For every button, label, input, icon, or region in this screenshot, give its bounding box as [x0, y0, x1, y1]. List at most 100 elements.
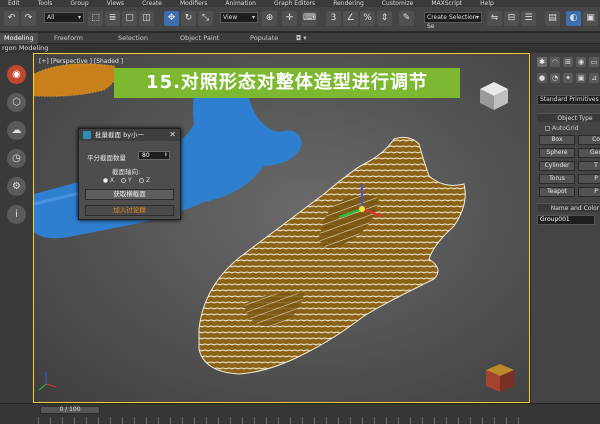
pivot-icon[interactable]: ⊕	[262, 11, 277, 26]
viewcube-icon[interactable]	[474, 76, 514, 116]
layer-icon[interactable]: ☰	[521, 11, 536, 26]
ribbon-subpanel-label[interactable]: rgon Modeling	[2, 44, 48, 53]
cloud-icon[interactable]: ☁	[7, 121, 26, 140]
menu-item-edit[interactable]: Edit	[8, 0, 20, 7]
box-button[interactable]: Box	[539, 135, 575, 145]
primitive-category-select[interactable]: Standard Primitives	[537, 95, 600, 105]
window-crossing-icon[interactable]: ◫	[139, 11, 154, 26]
section-count-label: 平分截面数量	[87, 154, 126, 162]
dialog-titlebar[interactable]: 批量截面 by小一 ✕	[79, 129, 180, 141]
ribbon-options-icon[interactable]: ◘ ▾	[296, 33, 306, 44]
watermark-logo	[486, 364, 514, 392]
tutorial-step-banner: 15.对照形态对整体造型进行调节	[114, 68, 460, 98]
mirror-icon[interactable]: ⇋	[487, 11, 502, 26]
close-icon[interactable]: ✕	[169, 129, 176, 141]
menu-item-customize[interactable]: Customize	[382, 0, 414, 7]
get-cross-section-button[interactable]: 获取横截面	[85, 189, 174, 200]
batch-section-dialog: 批量截面 by小一 ✕ 平分截面数量 80 ⬍ 截面轴向: X Y Z 获取横截面…	[78, 128, 181, 220]
geosphere-button[interactable]: Geo	[578, 148, 600, 158]
percent-snap-icon[interactable]: %	[360, 11, 375, 26]
menu-item-rendering[interactable]: Rendering	[333, 0, 364, 7]
info-icon[interactable]: i	[7, 205, 26, 224]
geometry-icon[interactable]: ●	[537, 73, 547, 83]
cube-icon[interactable]: ⬡	[7, 93, 26, 112]
edit-named-selection-icon[interactable]: ✎	[399, 11, 414, 26]
shapes-icon[interactable]: ◔	[550, 73, 560, 83]
section-count-spinner[interactable]: 80 ⬍	[138, 151, 170, 160]
torus-button[interactable]: Torus	[539, 174, 575, 184]
perspective-viewport[interactable]: [+] [Perspective ] [Shaded ] 15.对照形态对整体造…	[33, 53, 530, 403]
spinner-snap-icon[interactable]: ⇕	[377, 11, 392, 26]
main-toolbar: ↶ ↷ All ▾ ⬚ ≣ ▢ ◫ ✥ ↻ ⤡ View ▾ ⊕ ✛ ⌨ 3 ∠ %…	[0, 7, 600, 32]
menu-item-help[interactable]: Help	[480, 0, 494, 7]
tab-object-paint[interactable]: Object Paint	[180, 33, 219, 44]
motion-tab-icon[interactable]: ◉	[576, 57, 586, 67]
cylinder-button[interactable]: Cylinder	[539, 161, 575, 171]
render-setup-icon[interactable]: ▣	[583, 11, 598, 26]
align-icon[interactable]: ⊟	[504, 11, 519, 26]
modify-tab-icon[interactable]: ◠	[550, 57, 560, 67]
menu-item-views[interactable]: Views	[107, 0, 124, 7]
undo-icon[interactable]: ↶	[4, 11, 19, 26]
cone-button[interactable]: Co	[578, 135, 600, 145]
create-tab-icon[interactable]: ✱	[537, 57, 547, 67]
menu-item-graph-editors[interactable]: Graph Editors	[274, 0, 315, 7]
teapot-button[interactable]: Teapot	[539, 187, 575, 197]
ribbon-tabs: Modeling Freeform Selection Object Paint…	[0, 33, 600, 44]
object-name-field[interactable]: Group001	[537, 215, 595, 225]
viewport-label[interactable]: [+] [Perspective ] [Shaded ]	[39, 58, 123, 65]
left-toolbar: ◉ ⬡ ☁ ◷ ⚙ i	[0, 53, 33, 403]
tab-populate[interactable]: Populate	[250, 33, 278, 44]
menu-item-maxscript[interactable]: MAXScript	[431, 0, 462, 7]
select-rotate-icon[interactable]: ↻	[181, 11, 196, 26]
join-discussion-button[interactable]: 加入讨论群	[85, 205, 174, 216]
hierarchy-tab-icon[interactable]: ⊞	[563, 57, 573, 67]
plane-button[interactable]: P	[578, 187, 600, 197]
rect-selection-icon[interactable]: ▢	[122, 11, 137, 26]
ribbon-subpanel: rgon Modeling	[0, 44, 600, 53]
graphite-toggle-icon[interactable]: ▤	[545, 11, 560, 26]
app-logo-icon[interactable]: ◉	[7, 65, 26, 84]
material-editor-icon[interactable]: ◐	[566, 11, 581, 26]
select-object-icon[interactable]: ⬚	[88, 11, 103, 26]
sphere-button[interactable]: Sphere	[539, 148, 575, 158]
select-manipulate-icon[interactable]: ✛	[282, 11, 297, 26]
menu-item-group[interactable]: Group	[70, 0, 88, 7]
select-scale-icon[interactable]: ⤡	[198, 11, 213, 26]
tube-button[interactable]: T	[578, 161, 600, 171]
object-type-header[interactable]: Object Type	[537, 113, 600, 122]
command-panel: ✱ ◠ ⊞ ◉ ▭ ● ◔ ✦ ▣ ⊿ Standard Primitives …	[530, 53, 600, 403]
scene-render	[34, 63, 466, 391]
axis-radio-z[interactable]: Z	[139, 177, 150, 184]
tab-modeling[interactable]: Modeling	[0, 33, 38, 44]
named-selection-sets-select[interactable]: Create Selection Se ▾	[424, 12, 482, 30]
axis-radio-y[interactable]: Y	[121, 177, 132, 184]
reference-coordinate-select[interactable]: View ▾	[220, 12, 258, 23]
tab-selection[interactable]: Selection	[118, 33, 148, 44]
menu-item-create[interactable]: Create	[142, 0, 162, 7]
menu-item-animation[interactable]: Animation	[225, 0, 256, 7]
select-move-icon[interactable]: ✥	[164, 11, 179, 26]
name-and-color-header[interactable]: Name and Color	[537, 203, 600, 212]
keyboard-shortcut-icon[interactable]: ⌨	[302, 11, 317, 26]
select-by-name-icon[interactable]: ≣	[105, 11, 120, 26]
time-slider[interactable]: 0 / 100	[40, 406, 100, 414]
angle-snap-icon[interactable]: ∠	[343, 11, 358, 26]
axis-radio-x[interactable]: X	[103, 177, 114, 184]
lights-icon[interactable]: ✦	[563, 73, 573, 83]
timeline-ruler[interactable]	[38, 417, 528, 424]
display-tab-icon[interactable]: ▭	[589, 57, 599, 67]
gear-icon[interactable]: ⚙	[7, 177, 26, 196]
tab-freeform[interactable]: Freeform	[54, 33, 83, 44]
redo-icon[interactable]: ↷	[21, 11, 36, 26]
selection-filter-select[interactable]: All ▾	[44, 12, 84, 23]
menu-item-modifiers[interactable]: Modifiers	[180, 0, 207, 7]
orange-object	[34, 63, 118, 97]
autogrid-checkbox[interactable]: AutoGrid	[545, 125, 579, 132]
cameras-icon[interactable]: ▣	[576, 73, 586, 83]
helpers-icon[interactable]: ⊿	[589, 73, 599, 83]
menu-item-tools[interactable]: Tools	[38, 0, 53, 7]
clock-icon[interactable]: ◷	[7, 149, 26, 168]
pyramid-button[interactable]: P	[578, 174, 600, 184]
snap-toggle-icon[interactable]: 3	[326, 11, 341, 26]
